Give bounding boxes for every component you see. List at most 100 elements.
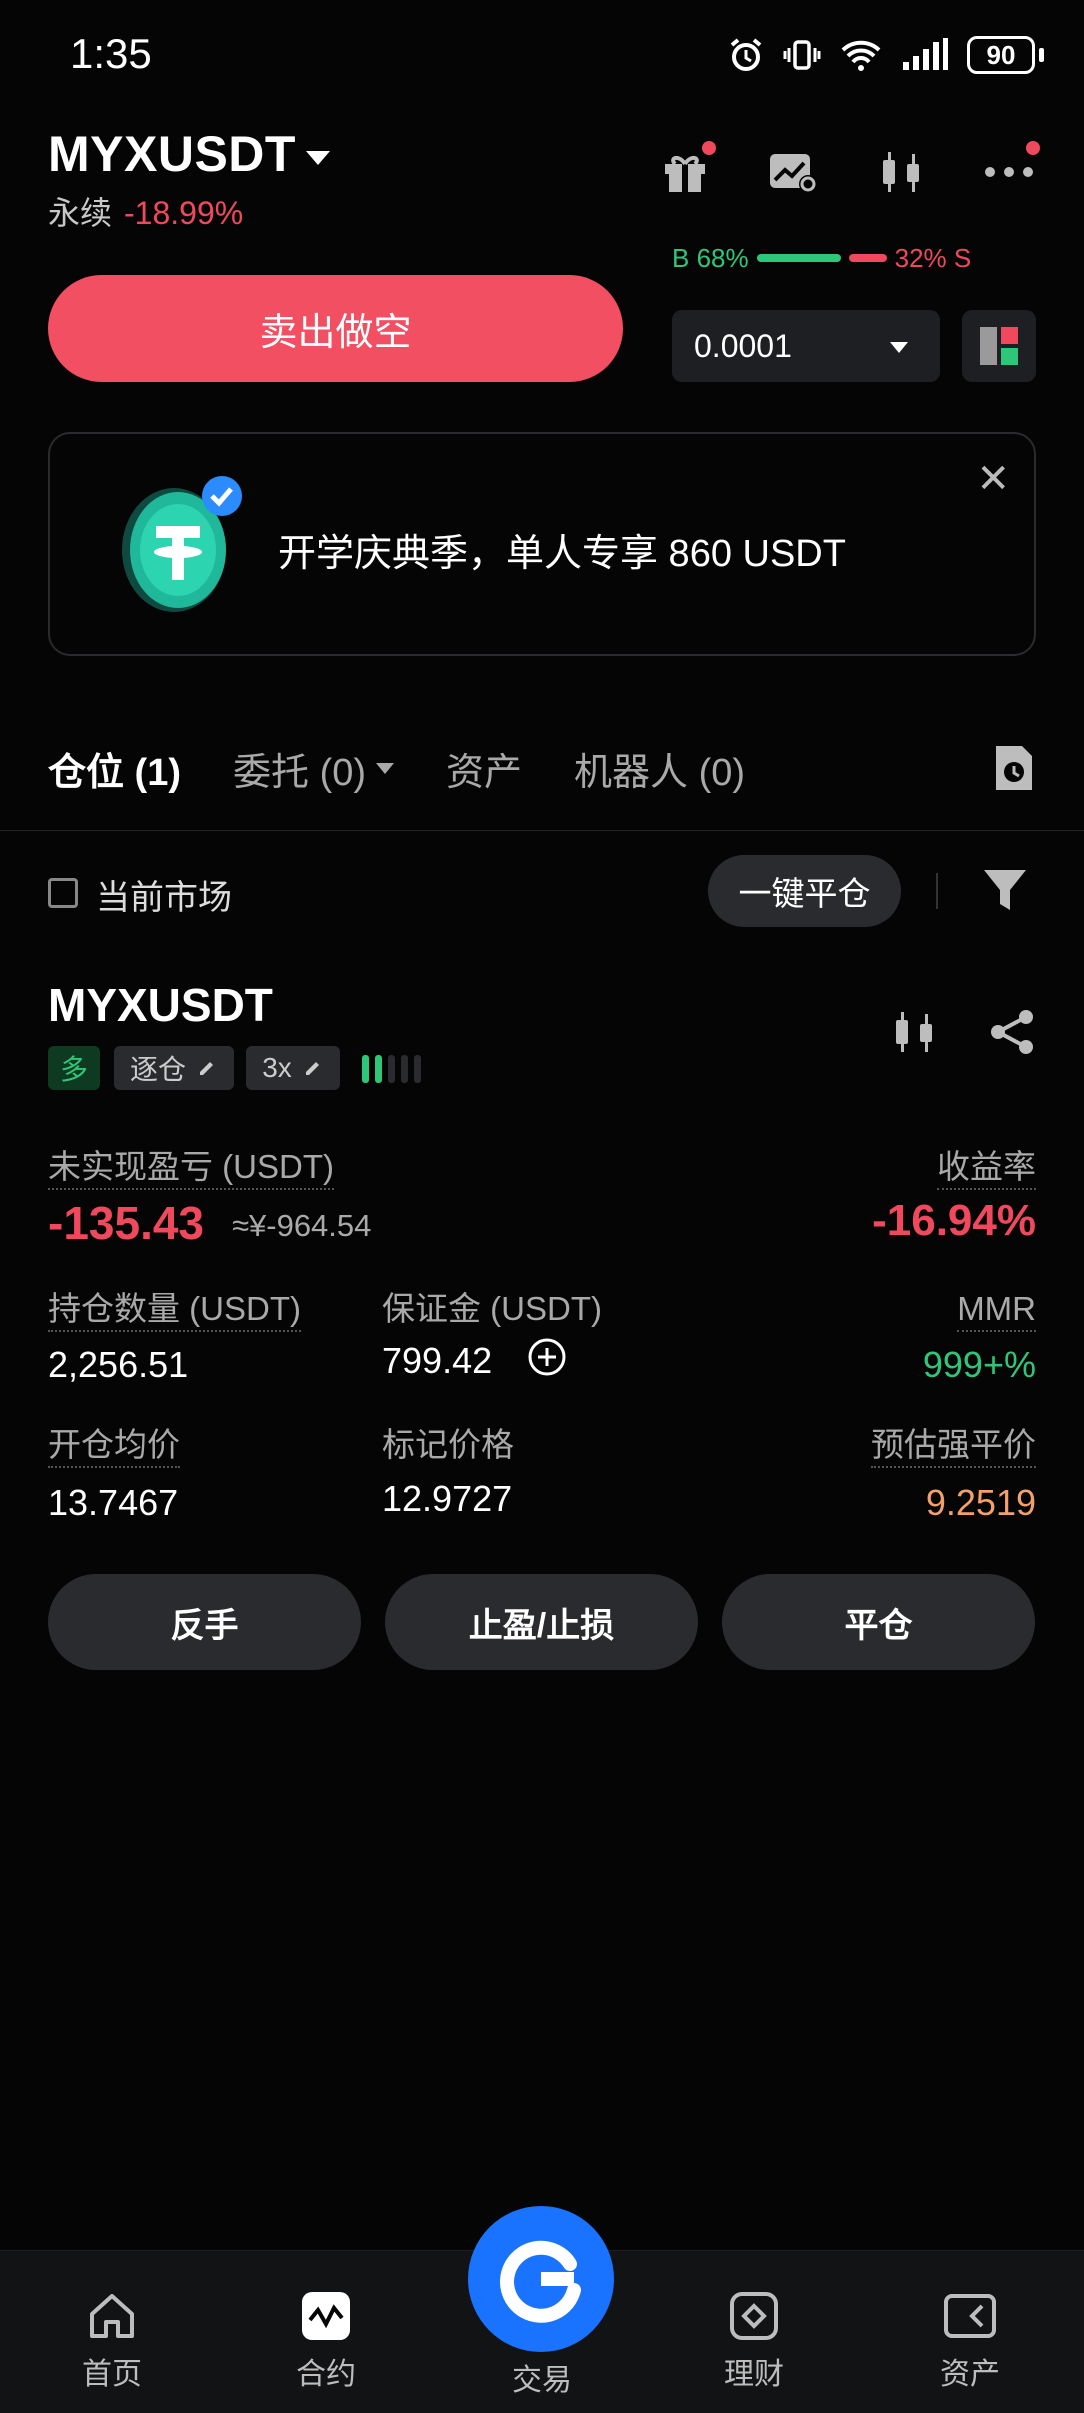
position-symbol: MYXUSDT xyxy=(48,979,273,1031)
add-margin-icon[interactable] xyxy=(527,1337,567,1377)
entry-price-value: 13.7467 xyxy=(48,1482,179,1523)
adl-bar xyxy=(388,1055,395,1083)
buy-ratio-bar xyxy=(756,254,841,262)
assets-icon xyxy=(944,2294,996,2338)
position-size-label[interactable]: 持仓数量 (USDT) xyxy=(48,1288,301,1332)
unrealized-pnl-cny: ≈¥-964.54 xyxy=(232,1208,372,1243)
order-history-icon[interactable] xyxy=(992,742,1036,794)
edit-icon xyxy=(302,1062,321,1077)
wifi-icon xyxy=(841,40,881,71)
reverse-button[interactable]: 反手 xyxy=(48,1574,361,1670)
vibrate-icon xyxy=(783,40,821,70)
adl-bar xyxy=(362,1055,369,1083)
orderbook-layout-icon xyxy=(980,327,1018,365)
nav-earn-label: 理财 xyxy=(724,2358,784,2391)
nav-trade-label: 交易 xyxy=(512,2364,572,2397)
tab-orders-label: 委托 (0) xyxy=(233,751,367,794)
position-card-actions xyxy=(890,1008,1036,1056)
sell-ratio-bar xyxy=(848,254,887,262)
more-button[interactable] xyxy=(982,141,1040,199)
tab-bots[interactable]: 机器人 (0) xyxy=(574,741,745,796)
current-market-label: 当前市场 xyxy=(96,879,232,917)
more-icon xyxy=(985,167,1033,177)
price-change: -18.99% xyxy=(124,195,244,231)
header-actions xyxy=(658,141,1040,199)
gift-button[interactable] xyxy=(658,141,716,199)
buy-sell-ratio: B 68% 32% S xyxy=(672,243,1038,273)
close-icon[interactable]: ✕ xyxy=(976,456,1010,502)
share-icon[interactable] xyxy=(988,1008,1036,1056)
orderbook-layout-button[interactable] xyxy=(962,310,1036,382)
margin-mode-label: 逐仓 xyxy=(129,1054,186,1085)
battery-tip xyxy=(1039,48,1044,62)
liq-price-label[interactable]: 预估强平价 xyxy=(871,1424,1036,1468)
pair-selector[interactable]: MYXUSDT xyxy=(48,125,330,183)
margin-mode-button[interactable]: 逐仓 xyxy=(114,1046,234,1090)
nav-trade[interactable]: 交易 xyxy=(482,2355,602,2399)
chart-settings-button[interactable] xyxy=(766,145,820,199)
buy-ratio: B 68% xyxy=(672,242,749,273)
promo-banner[interactable]: 开学庆典季，单人专享 860 USDT ✕ xyxy=(48,432,1036,656)
status-time: 1:35 xyxy=(70,30,152,77)
sell-ratio: 32% S xyxy=(894,242,972,273)
chart-settings-icon xyxy=(770,154,817,193)
position-tabs: 仓位 (1) 委托 (0) 资产 机器人 (0) xyxy=(48,740,1036,796)
adl-bar xyxy=(414,1055,421,1083)
current-market-checkbox[interactable] xyxy=(48,878,78,908)
earn-icon xyxy=(730,2292,778,2340)
edit-icon xyxy=(197,1062,215,1077)
caret-down-icon xyxy=(305,150,330,165)
candlestick-button[interactable] xyxy=(874,145,928,199)
mark-price-value: 12.9727 xyxy=(382,1478,513,1519)
tab-assets[interactable]: 资产 xyxy=(446,741,522,796)
nav-home-label: 首页 xyxy=(82,2358,142,2391)
notification-dot xyxy=(702,141,716,155)
roi-value: -16.94% xyxy=(872,1196,1036,1245)
side-badge: 多 xyxy=(48,1046,100,1090)
alarm-icon xyxy=(730,38,762,71)
caret-down-icon xyxy=(890,342,908,353)
tpsl-button[interactable]: 止盈/止损 xyxy=(385,1574,698,1670)
tab-orders[interactable]: 委托 (0) xyxy=(233,741,395,796)
nav-home[interactable]: 首页 xyxy=(52,2287,172,2393)
trade-icon xyxy=(500,2240,581,2323)
notification-dot xyxy=(1026,141,1040,155)
unrealized-pnl-value: -135.43 xyxy=(48,1197,205,1249)
signal-icon xyxy=(903,38,948,70)
promo-text: 开学庆典季，单人专享 860 USDT xyxy=(278,533,846,575)
adl-bar xyxy=(401,1055,408,1083)
futures-icon xyxy=(302,2292,350,2340)
tab-positions[interactable]: 仓位 (1) xyxy=(48,741,181,796)
close-position-button[interactable]: 平仓 xyxy=(722,1574,1035,1670)
status-bar: 1:35 90 xyxy=(0,0,1084,110)
margin-value: 799.42 xyxy=(382,1340,493,1381)
candlestick-icon[interactable] xyxy=(890,1008,938,1056)
mmr-label[interactable]: MMR xyxy=(957,1288,1036,1332)
nav-assets-label: 资产 xyxy=(940,2358,1000,2391)
filter-icon[interactable] xyxy=(982,866,1028,914)
battery-indicator: 90 xyxy=(967,36,1035,74)
sell-short-button[interactable]: 卖出做空 xyxy=(48,275,623,382)
entry-price-label[interactable]: 开仓均价 xyxy=(48,1424,180,1468)
trade-fab-button[interactable] xyxy=(468,2206,614,2352)
home-icon xyxy=(90,2294,134,2338)
adl-indicator xyxy=(362,1055,421,1083)
nav-futures-label: 合约 xyxy=(296,2358,356,2391)
roi-label[interactable]: 收益率 xyxy=(937,1146,1036,1190)
nav-assets[interactable]: 资产 xyxy=(910,2287,1030,2393)
unrealized-pnl-label[interactable]: 未实现盈亏 (USDT) xyxy=(48,1146,334,1190)
tab-bots-label: 机器人 (0) xyxy=(574,751,746,794)
nav-futures[interactable]: 合约 xyxy=(266,2287,386,2393)
gift-icon xyxy=(665,156,705,192)
mmr-value: 999+% xyxy=(922,1344,1036,1385)
adl-bar xyxy=(375,1055,382,1083)
close-all-button[interactable]: 一键平仓 xyxy=(708,855,901,927)
caret-down-icon xyxy=(376,762,395,774)
position-size-value: 2,256.51 xyxy=(48,1344,189,1385)
nav-earn[interactable]: 理财 xyxy=(694,2287,814,2393)
tab-assets-label: 资产 xyxy=(446,751,523,794)
price-precision-select[interactable]: 0.0001 xyxy=(672,310,940,382)
tab-positions-label: 仓位 (1) xyxy=(48,751,182,794)
leverage-button[interactable]: 3x xyxy=(246,1046,340,1090)
mark-price-label: 标记价格 xyxy=(382,1426,514,1463)
